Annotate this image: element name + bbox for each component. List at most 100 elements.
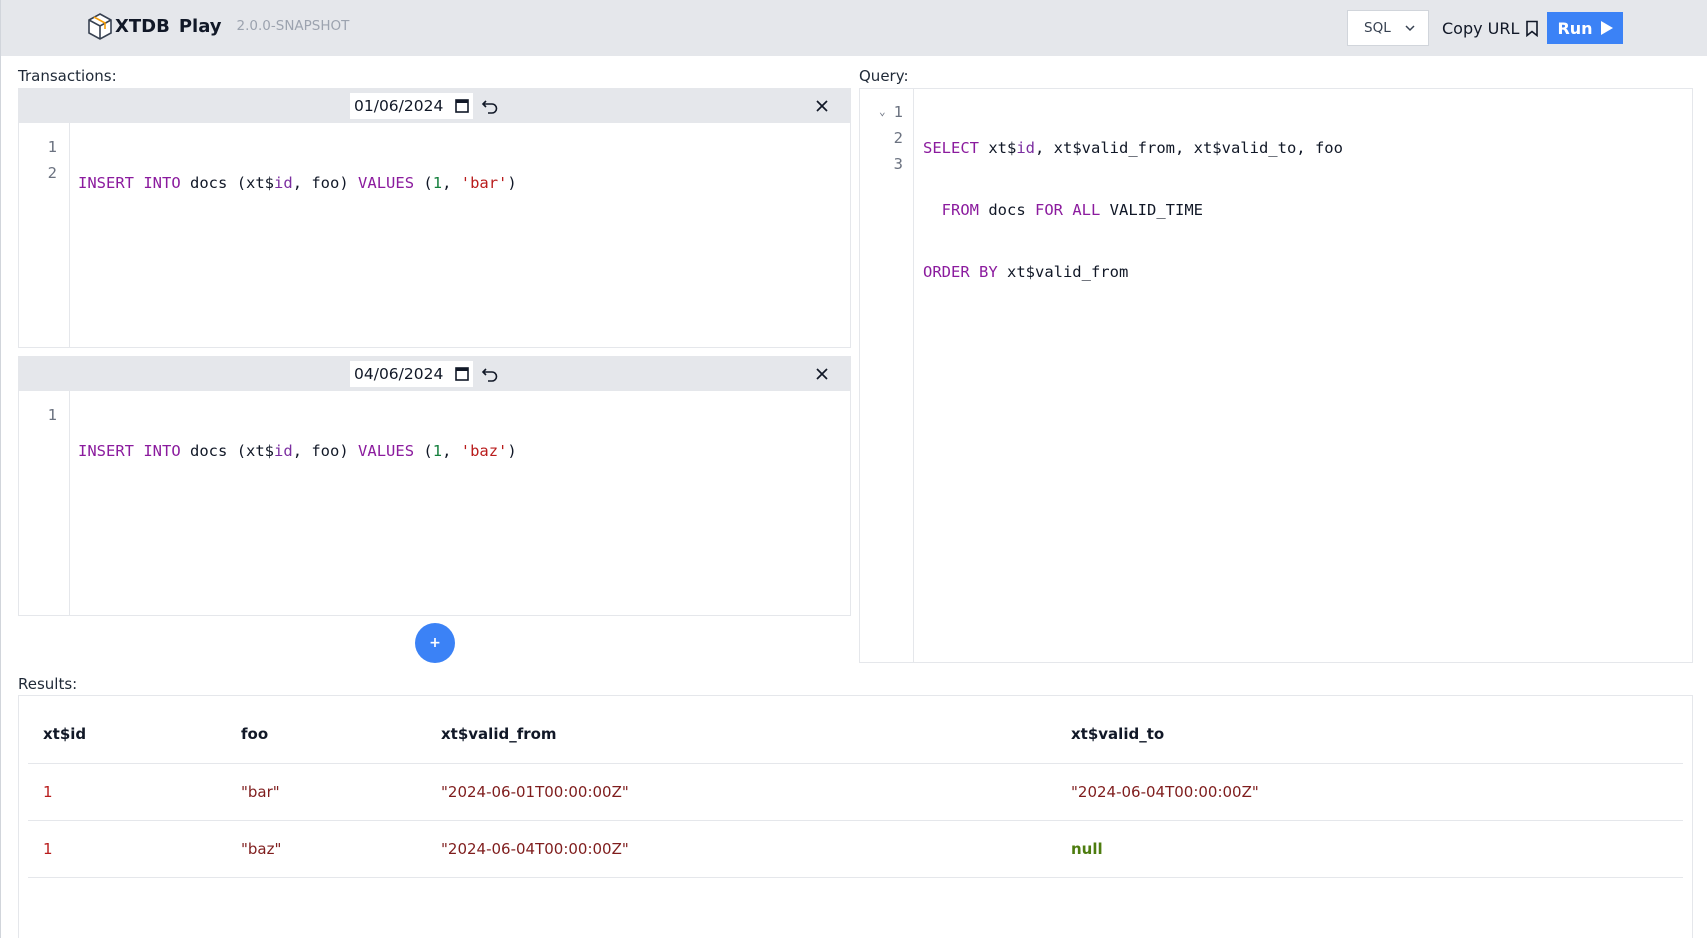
keyword: VALUES <box>358 442 415 460</box>
code-line: INSERT INTO docs (xt$id, foo) VALUES (1,… <box>78 438 850 464</box>
language-select-value: SQL <box>1364 20 1391 36</box>
code-text: ) <box>507 174 517 192</box>
transaction-date-value: 01/06/2024 <box>354 97 444 115</box>
line-gutter: 1 <box>19 391 70 615</box>
table-name: docs <box>190 174 228 192</box>
top-bar: XTDB Play 2.0.0-SNAPSHOT SQL Copy URL Ru… <box>1 0 1707 56</box>
keyword: VALUES <box>358 174 415 192</box>
gutter-line: ⌄ 1 <box>860 99 913 125</box>
language-select[interactable]: SQL <box>1347 10 1429 46</box>
code-line: FROM docs FOR ALL VALID_TIME <box>923 197 1692 223</box>
transaction-panel: 01/06/2024 1 2 INSERT INTO docs (xt$id, … <box>18 88 851 348</box>
code-line: ORDER BY xt$valid_from <box>923 259 1692 285</box>
xtdb-cube-icon <box>88 13 112 40</box>
code-text: VALID_TIME <box>1100 201 1203 219</box>
code-text: (xt$ <box>236 174 275 192</box>
column-header: xt$valid_to <box>1056 706 1683 764</box>
code-text: (xt$ <box>236 442 275 460</box>
code-text: , foo) <box>292 442 349 460</box>
table-cell: "bar" <box>226 763 426 821</box>
gutter-line: 2 <box>860 125 913 151</box>
code-area[interactable]: SELECT xt$id, xt$valid_from, xt$valid_to… <box>914 89 1692 662</box>
keyword: ORDER BY <box>923 263 998 281</box>
column-header: xt$valid_from <box>426 706 1056 764</box>
code-text: xt$ <box>979 139 1017 157</box>
code-line: INSERT INTO docs (xt$id, foo) VALUES (1,… <box>78 170 850 196</box>
transaction-date-input[interactable]: 01/06/2024 <box>350 93 473 119</box>
copy-url-button[interactable]: Copy URL <box>1442 15 1539 41</box>
line-number: 1 <box>47 406 57 424</box>
column-header: foo <box>226 706 426 764</box>
reset-date-icon[interactable] <box>481 365 499 383</box>
string-literal: 'baz' <box>460 442 508 460</box>
transaction-toolbar: 01/06/2024 <box>19 89 850 123</box>
code-text: , <box>442 442 461 460</box>
table-cell: null <box>1056 820 1683 878</box>
query-label: Query: <box>859 67 909 85</box>
play-icon <box>1600 21 1613 35</box>
code-area[interactable]: INSERT INTO docs (xt$id, foo) VALUES (1,… <box>70 123 850 347</box>
transaction-editor[interactable]: 1 INSERT INTO docs (xt$id, foo) VALUES (… <box>19 391 850 615</box>
code-text: docs <box>979 201 1035 219</box>
keyword: FOR ALL <box>1035 201 1101 219</box>
transaction-panel: 04/06/2024 1 INSERT INTO docs (xt$id, fo… <box>18 356 851 616</box>
line-number: 2 <box>893 129 903 147</box>
code-text: , xt$valid_from, xt$valid_to, foo <box>1035 139 1343 157</box>
keyword: SELECT <box>923 139 979 157</box>
transaction-editor[interactable]: 1 2 INSERT INTO docs (xt$id, foo) VALUES… <box>19 123 850 347</box>
code-line: SELECT xt$id, xt$valid_from, xt$valid_to… <box>923 135 1692 161</box>
keyword: FROM <box>941 201 979 219</box>
code-text: ) <box>507 442 517 460</box>
code-text: ( <box>423 442 433 460</box>
brand-suffix: Play <box>178 15 222 37</box>
line-gutter: ⌄ 1 2 3 <box>860 89 914 662</box>
table-cell: "baz" <box>226 820 426 878</box>
transaction-date-input[interactable]: 04/06/2024 <box>350 361 473 387</box>
run-label: Run <box>1557 18 1593 38</box>
code-id: id <box>274 174 293 192</box>
copy-url-label: Copy URL <box>1442 18 1520 38</box>
transaction-toolbar: 04/06/2024 <box>19 357 850 391</box>
reset-date-icon[interactable] <box>481 97 499 115</box>
keyword: INSERT <box>78 442 134 460</box>
calendar-icon[interactable] <box>455 366 469 381</box>
number-literal: 1 <box>432 442 443 460</box>
calendar-icon[interactable] <box>455 98 469 113</box>
transaction-date-value: 04/06/2024 <box>354 365 444 383</box>
code-id: id <box>274 442 293 460</box>
version-label: 2.0.0-SNAPSHOT <box>236 18 350 34</box>
keyword: INTO <box>143 442 181 460</box>
bookmark-icon <box>1526 20 1539 37</box>
code-text: , <box>442 174 461 192</box>
table-cell: "2024-06-04T00:00:00Z" <box>1056 763 1683 821</box>
code-id: id <box>1016 139 1035 157</box>
code-text: ( <box>423 174 433 192</box>
fold-chevron-icon[interactable]: ⌄ <box>879 99 886 125</box>
results-label: Results: <box>18 675 78 693</box>
add-transaction-button[interactable]: + <box>415 623 455 663</box>
table-cell: "2024-06-01T00:00:00Z" <box>426 763 1056 821</box>
table-cell: 1 <box>28 820 226 878</box>
logo[interactable]: XTDB Play 2.0.0-SNAPSHOT <box>87 12 349 40</box>
gutter-line: 3 <box>860 151 913 177</box>
line-number: 3 <box>893 155 903 173</box>
table-row: 1 "bar" "2024-06-01T00:00:00Z" "2024-06-… <box>28 763 1683 821</box>
results-panel: xt$id foo xt$valid_from xt$valid_to 1 "b… <box>18 695 1693 938</box>
keyword: INTO <box>143 174 181 192</box>
brand-name: XTDB <box>115 15 170 37</box>
chevron-down-icon <box>1405 25 1415 32</box>
close-icon[interactable] <box>815 99 829 113</box>
number-literal: 1 <box>432 174 443 192</box>
table-row: 1 "baz" "2024-06-04T00:00:00Z" null <box>28 820 1683 878</box>
code-area[interactable]: INSERT INTO docs (xt$id, foo) VALUES (1,… <box>70 391 850 615</box>
code-text: , foo) <box>292 174 349 192</box>
code-text: xt$valid_from <box>997 263 1129 281</box>
column-header: xt$id <box>28 706 226 764</box>
run-button[interactable]: Run <box>1547 12 1623 44</box>
line-gutter: 1 2 <box>19 123 70 347</box>
query-editor[interactable]: ⌄ 1 2 3 SELECT xt$id, xt$valid_from, xt$v… <box>859 88 1693 663</box>
table-cell: "2024-06-04T00:00:00Z" <box>426 820 1056 878</box>
close-icon[interactable] <box>815 367 829 381</box>
